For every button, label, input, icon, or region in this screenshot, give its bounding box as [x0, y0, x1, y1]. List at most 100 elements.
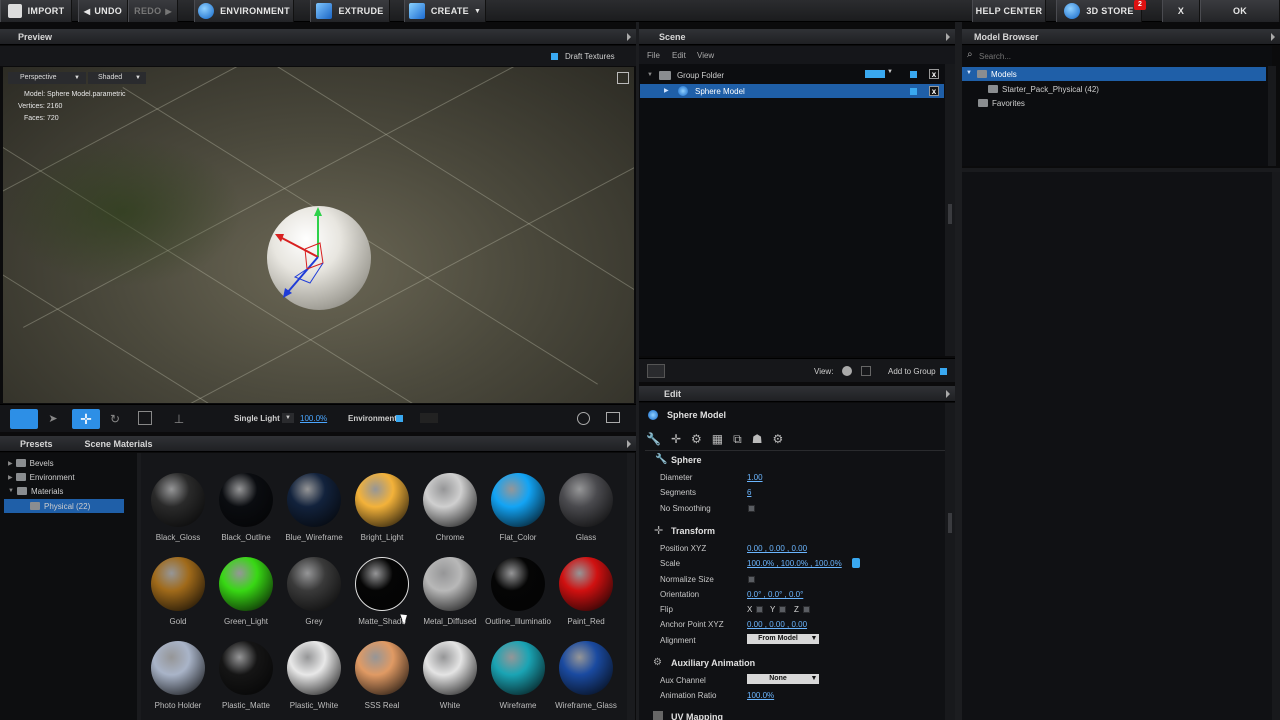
import-button[interactable]: IMPORT [0, 0, 72, 22]
alignment-dropdown[interactable]: From Model [747, 634, 809, 644]
tree-item-materials[interactable]: ▼ Materials [8, 485, 63, 497]
delete-icon[interactable]: x [929, 69, 939, 79]
sphere-section-title[interactable]: Sphere [671, 455, 702, 465]
duplicate-icon[interactable]: ⧉ [733, 432, 742, 447]
material-swatch[interactable]: Flat_Color [484, 473, 552, 542]
splitter[interactable] [955, 22, 962, 720]
flip-x-checkbox[interactable] [756, 606, 763, 613]
checker-icon[interactable]: ▦ [712, 432, 723, 447]
normalize-size-checkbox[interactable] [748, 576, 755, 583]
chevron-down-icon[interactable]: ▼ [887, 69, 893, 75]
animation-ratio-value[interactable]: 100.0% [747, 691, 774, 700]
material-swatch[interactable]: Blue_Wireframe [280, 473, 348, 542]
rotate-tool-icon[interactable]: ↻ [106, 409, 124, 429]
group-color-swatch[interactable] [865, 70, 885, 78]
screen-icon[interactable] [606, 412, 620, 423]
chevron-down-icon[interactable]: ▼ [809, 674, 819, 684]
redo-button[interactable]: REDO ▶ [128, 0, 178, 22]
transform-gizmo[interactable] [265, 205, 345, 305]
model-browser-scrollbar[interactable] [1272, 172, 1280, 720]
menu-view[interactable]: View [697, 51, 714, 60]
create-button[interactable]: CREATE ▼ [404, 0, 486, 22]
material-swatch[interactable]: Green_Light [212, 557, 280, 626]
scale-tool-icon[interactable] [138, 411, 152, 425]
delete-icon[interactable]: x [929, 86, 939, 96]
tree-item-physical[interactable]: Physical (22) [4, 499, 124, 513]
tree-item-favorites[interactable]: Favorites [978, 97, 1025, 109]
tree-item-starter-pack[interactable]: Starter_Pack_Physical (42) [988, 83, 1099, 95]
materials-scrollbar[interactable] [627, 453, 635, 720]
material-swatch[interactable]: Gold [144, 557, 212, 626]
no-smoothing-checkbox[interactable] [748, 505, 755, 512]
settings-icon[interactable]: ⚙ [772, 432, 783, 447]
camera-dropdown[interactable]: Perspective ▼ [8, 72, 86, 84]
camera-tool-icon[interactable] [10, 409, 38, 429]
tree-item-bevels[interactable]: ▶ Bevels [8, 457, 54, 469]
scale-value[interactable]: 100.0% , 100.0% , 100.0% [747, 559, 842, 568]
flip-z-checkbox[interactable] [803, 606, 810, 613]
light-intensity-value[interactable]: 100.0% [300, 414, 327, 423]
edit-scrollbar[interactable] [945, 403, 955, 720]
material-swatch[interactable]: Wireframe_Glass [552, 641, 620, 710]
fullscreen-icon[interactable] [617, 72, 629, 84]
segments-value[interactable]: 6 [747, 488, 751, 497]
extrude-button[interactable]: EXTRUDE [310, 0, 390, 22]
environment-swatch[interactable] [420, 413, 438, 423]
material-swatch[interactable]: Outline_Illuminatio [484, 557, 552, 626]
material-swatch[interactable]: Metal_Diffused [416, 557, 484, 626]
aux-section-title[interactable]: Auxiliary Animation [671, 658, 755, 668]
anchor-value[interactable]: 0.00 , 0.00 , 0.00 [747, 620, 807, 629]
anchor-tool-icon[interactable]: ⊥ [170, 409, 188, 429]
transform-section-title[interactable]: Transform [671, 526, 715, 536]
select-tool-icon[interactable]: ➤ [44, 409, 62, 429]
material-swatch[interactable]: Glass [552, 473, 620, 542]
draft-textures-checkbox[interactable] [551, 53, 558, 60]
environment-button[interactable]: ENVIRONMENT [194, 0, 294, 22]
tab-scene-materials[interactable]: Scene Materials [85, 439, 153, 449]
environment-checkbox[interactable] [396, 415, 403, 422]
tree-item-models[interactable]: ▼ Models [962, 67, 1266, 81]
material-swatch[interactable]: Black_Gloss [144, 473, 212, 542]
close-button[interactable]: X [1162, 0, 1200, 22]
ok-button[interactable]: OK [1200, 0, 1280, 22]
material-swatch[interactable]: Wireframe [484, 641, 552, 710]
material-swatch[interactable]: Plastic_Matte [212, 641, 280, 710]
model-tree-scrollbar[interactable] [1268, 66, 1276, 166]
move-icon[interactable]: ✛ [671, 432, 681, 447]
orientation-value[interactable]: 0.0° , 0.0° , 0.0° [747, 590, 803, 599]
chevron-down-icon[interactable]: ▼ [809, 634, 819, 644]
material-swatch[interactable]: Bright_Light [348, 473, 416, 542]
position-value[interactable]: 0.00 , 0.00 , 0.00 [747, 544, 807, 553]
menu-file[interactable]: File [647, 51, 660, 60]
new-folder-icon[interactable] [647, 364, 665, 378]
aux-channel-dropdown[interactable]: None [747, 674, 809, 684]
material-swatch[interactable]: White [416, 641, 484, 710]
add-to-group-checkbox[interactable] [940, 368, 947, 375]
material-swatch[interactable]: Paint_Red [552, 557, 620, 626]
visibility-toggle[interactable] [910, 88, 917, 95]
lamp-icon[interactable]: ☗ [752, 432, 763, 447]
view-wire-icon[interactable] [861, 366, 871, 376]
search-input[interactable] [979, 50, 1264, 62]
wrench-icon[interactable]: 🔧 [646, 432, 661, 447]
flip-y-checkbox[interactable] [779, 606, 786, 613]
scene-scrollbar[interactable] [945, 64, 955, 356]
diameter-value[interactable]: 1.00 [747, 473, 763, 482]
visibility-toggle[interactable] [910, 71, 917, 78]
move-tool-icon[interactable]: ✛ [72, 409, 100, 429]
lock-icon[interactable] [852, 558, 860, 568]
material-swatch[interactable]: Photo Holder [144, 641, 212, 710]
chevron-down-icon[interactable]: ▼ [282, 413, 294, 423]
help-center-button[interactable]: HELP CENTER [972, 0, 1046, 22]
3d-store-button[interactable]: 3D STORE [1056, 0, 1142, 22]
view-solid-icon[interactable] [842, 366, 852, 376]
panel-expand-icon[interactable] [946, 390, 950, 398]
panel-expand-icon[interactable] [1271, 33, 1275, 41]
scene-item-sphere-model[interactable]: ▶ Sphere Model x [640, 84, 944, 98]
tree-item-environment[interactable]: ▶ Environment [8, 471, 75, 483]
panel-expand-icon[interactable] [627, 440, 631, 448]
undo-button[interactable]: ◀ UNDO [78, 0, 128, 22]
uv-section-title[interactable]: UV Mapping [671, 712, 723, 720]
material-swatch[interactable]: SSS Real [348, 641, 416, 710]
material-swatch[interactable]: Plastic_White [280, 641, 348, 710]
